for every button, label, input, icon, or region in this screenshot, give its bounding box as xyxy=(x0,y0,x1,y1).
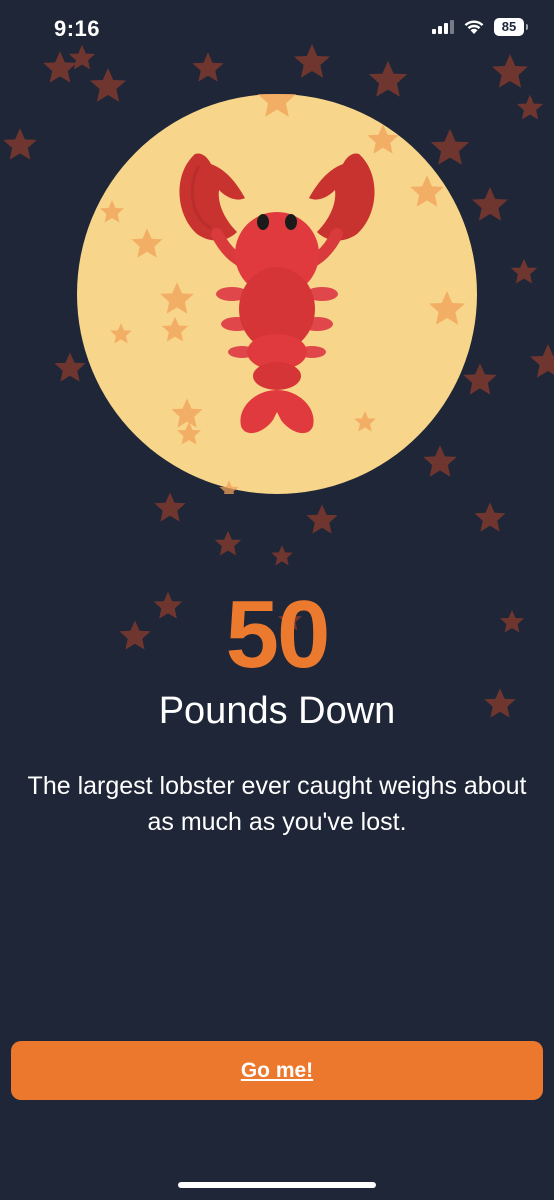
wifi-icon xyxy=(464,20,484,34)
pounds-lost-number: 50 xyxy=(225,581,331,688)
status-icons: 85 xyxy=(432,18,528,36)
cellular-signal-icon xyxy=(432,20,454,34)
home-indicator[interactable] xyxy=(178,1182,376,1188)
status-time: 9:16 xyxy=(54,16,101,41)
status-bar: 9:16 85 xyxy=(0,0,554,60)
achievement-description: The largest lobster ever caught weighs a… xyxy=(27,772,527,836)
lobster-icon xyxy=(77,94,477,494)
unit-label: Pounds Down xyxy=(158,690,396,732)
battery-indicator: 85 xyxy=(494,18,528,36)
celebration-screen: 9:16 85 50 Pounds Down The largest lobst… xyxy=(0,0,554,1200)
go-me-button[interactable]: Go me! xyxy=(11,1041,543,1100)
